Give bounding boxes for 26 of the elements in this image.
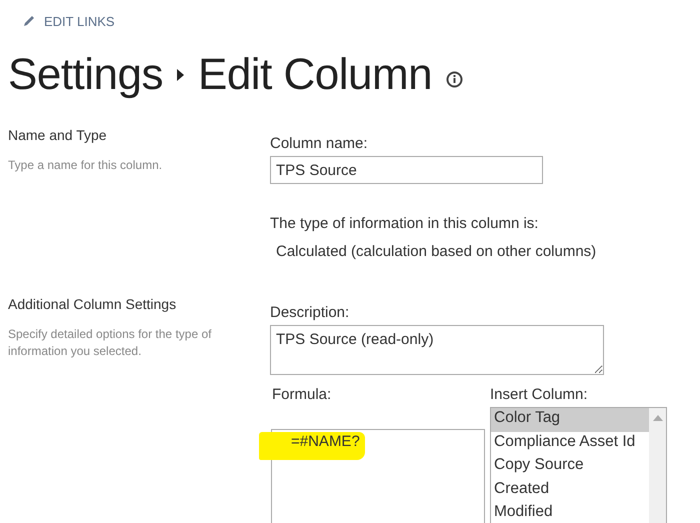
section-title: Name and Type xyxy=(8,127,108,143)
pencil-icon xyxy=(22,14,36,28)
field-label: Description: xyxy=(270,304,350,321)
page-title: Edit Column xyxy=(198,50,432,100)
description-field[interactable]: TPS Source (read-only) xyxy=(270,325,604,375)
column-list[interactable]: Color Tag Compliance Asset Id Copy Source Created Modified xyxy=(490,407,667,523)
field-label: Formula: xyxy=(272,386,332,403)
list-item[interactable]: Created xyxy=(491,478,649,502)
formula-text: =#NAME? xyxy=(291,433,360,450)
list-item[interactable]: Compliance Asset Id xyxy=(491,432,649,455)
list-item[interactable]: Modified xyxy=(491,502,649,523)
section-description: Type a name for this column. xyxy=(8,157,164,174)
column-name-field[interactable]: TPS Source xyxy=(270,156,543,184)
column-type-text: Calculated (calculation based on other columns) xyxy=(276,243,598,260)
list-item[interactable]: Color Tag xyxy=(491,408,649,432)
info-icon[interactable] xyxy=(446,70,464,88)
field-label: The type of information in this column is: xyxy=(270,215,540,232)
scroll-up-icon[interactable] xyxy=(652,415,662,421)
field-label: Column name: xyxy=(270,135,369,152)
field-label: Insert Column: xyxy=(490,386,589,403)
edit-links-link[interactable]: EDIT LINKS xyxy=(44,14,115,28)
section-description: Specify detailed options for the type of information you selected. xyxy=(8,326,212,360)
caret-icon xyxy=(176,69,184,81)
section-title: Additional Column Settings xyxy=(8,296,178,312)
list-item[interactable]: Copy Source xyxy=(491,455,649,478)
breadcrumb-item: Settings xyxy=(8,50,163,100)
